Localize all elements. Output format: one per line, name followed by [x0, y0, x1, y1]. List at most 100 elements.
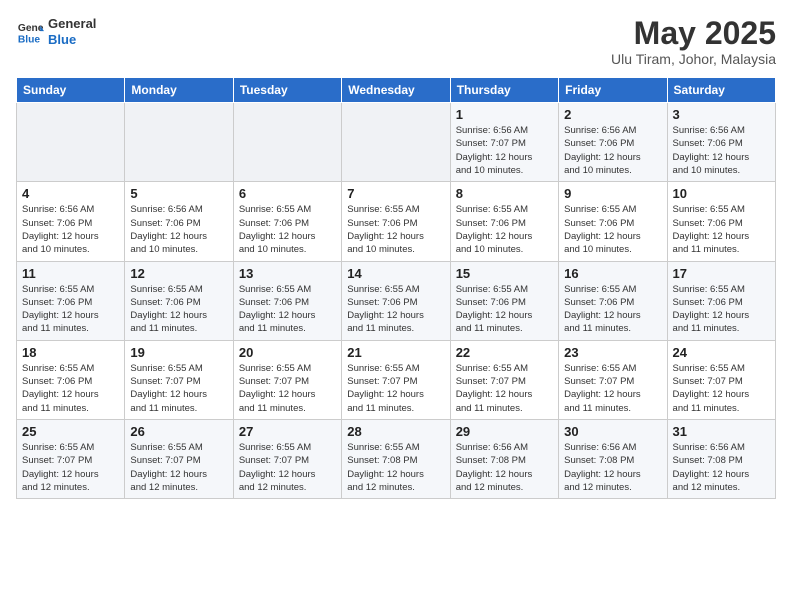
day-cell: 25Sunrise: 6:55 AM Sunset: 7:07 PM Dayli… [17, 419, 125, 498]
day-number: 5 [130, 186, 227, 201]
day-cell [17, 103, 125, 182]
day-info: Sunrise: 6:55 AM Sunset: 7:06 PM Dayligh… [456, 203, 553, 256]
day-cell: 28 Sunrise: 6:55 AM Sunset: 7:08 PM Dayli… [342, 419, 450, 498]
day-cell: 1Sunrise: 6:56 AM Sunset: 7:07 PM Daylig… [450, 103, 558, 182]
location: Ulu Tiram, Johor, Malaysia [611, 51, 776, 67]
day-cell [125, 103, 233, 182]
day-number: 28 [347, 424, 444, 439]
day-cell: 15Sunrise: 6:55 AM Sunset: 7:06 PM Dayli… [450, 261, 558, 340]
day-cell: 10 Sunrise: 6:55 AM Sunset: 7:06 PM Dayli… [667, 182, 775, 261]
day-number: 19 [130, 345, 227, 360]
calendar-header: SundayMondayTuesdayWednesdayThursdayFrid… [17, 78, 776, 103]
day-info: Sunrise: 6:55 AM Sunset: 7:07 PM Dayligh… [22, 441, 119, 494]
logo-blue: Blue [48, 32, 96, 48]
day-cell: 29Sunrise: 6:56 AM Sunset: 7:08 PM Dayli… [450, 419, 558, 498]
day-info: Sunrise: 6:55 AM Sunset: 7:06 PM Dayligh… [347, 203, 444, 256]
day-info: Sunrise: 6:55 AM Sunset: 7:07 PM Dayligh… [239, 362, 336, 415]
day-cell: 11 Sunrise: 6:55 AM Sunset: 7:06 PM Dayli… [17, 261, 125, 340]
day-info: Sunrise: 6:56 AM Sunset: 7:07 PM Dayligh… [456, 124, 553, 177]
day-cell: 13 Sunrise: 6:55 AM Sunset: 7:06 PM Dayli… [233, 261, 341, 340]
weekday-header-tuesday: Tuesday [233, 78, 341, 103]
day-number: 2 [564, 107, 661, 122]
day-info: Sunrise: 6:55 AM Sunset: 7:08 PM Dayligh… [347, 441, 444, 494]
day-number: 20 [239, 345, 336, 360]
calendar-body: 1Sunrise: 6:56 AM Sunset: 7:07 PM Daylig… [17, 103, 776, 499]
day-info: Sunrise: 6:55 AM Sunset: 7:07 PM Dayligh… [347, 362, 444, 415]
day-info: Sunrise: 6:56 AM Sunset: 7:06 PM Dayligh… [564, 124, 661, 177]
day-number: 16 [564, 266, 661, 281]
day-number: 22 [456, 345, 553, 360]
day-number: 4 [22, 186, 119, 201]
day-number: 21 [347, 345, 444, 360]
day-cell: 21 Sunrise: 6:55 AM Sunset: 7:07 PM Dayli… [342, 340, 450, 419]
weekday-header-thursday: Thursday [450, 78, 558, 103]
day-number: 17 [673, 266, 770, 281]
week-row-4: 18 Sunrise: 6:55 AM Sunset: 7:06 PM Dayli… [17, 340, 776, 419]
day-cell: 12Sunrise: 6:55 AM Sunset: 7:06 PM Dayli… [125, 261, 233, 340]
calendar-table: SundayMondayTuesdayWednesdayThursdayFrid… [16, 77, 776, 499]
weekday-header-sunday: Sunday [17, 78, 125, 103]
day-cell [233, 103, 341, 182]
day-cell: 30 Sunrise: 6:56 AM Sunset: 7:08 PM Dayli… [559, 419, 667, 498]
weekday-header-friday: Friday [559, 78, 667, 103]
day-info: Sunrise: 6:55 AM Sunset: 7:06 PM Dayligh… [239, 283, 336, 336]
day-info: Sunrise: 6:55 AM Sunset: 7:07 PM Dayligh… [456, 362, 553, 415]
day-info: Sunrise: 6:55 AM Sunset: 7:06 PM Dayligh… [22, 283, 119, 336]
page-header: General Blue General Blue May 2025 Ulu T… [16, 16, 776, 67]
day-info: Sunrise: 6:56 AM Sunset: 7:06 PM Dayligh… [130, 203, 227, 256]
day-info: Sunrise: 6:55 AM Sunset: 7:06 PM Dayligh… [22, 362, 119, 415]
day-cell: 14 Sunrise: 6:55 AM Sunset: 7:06 PM Dayli… [342, 261, 450, 340]
day-info: Sunrise: 6:55 AM Sunset: 7:07 PM Dayligh… [239, 441, 336, 494]
day-number: 24 [673, 345, 770, 360]
logo-icon: General Blue [16, 18, 44, 46]
day-info: Sunrise: 6:55 AM Sunset: 7:06 PM Dayligh… [456, 283, 553, 336]
day-cell: 4 Sunrise: 6:56 AM Sunset: 7:06 PM Daylig… [17, 182, 125, 261]
day-info: Sunrise: 6:55 AM Sunset: 7:07 PM Dayligh… [564, 362, 661, 415]
logo: General Blue General Blue [16, 16, 96, 47]
day-number: 23 [564, 345, 661, 360]
day-info: Sunrise: 6:55 AM Sunset: 7:06 PM Dayligh… [347, 283, 444, 336]
day-info: Sunrise: 6:56 AM Sunset: 7:08 PM Dayligh… [456, 441, 553, 494]
day-cell: 3Sunrise: 6:56 AM Sunset: 7:06 PM Daylig… [667, 103, 775, 182]
day-number: 18 [22, 345, 119, 360]
logo-general: General [48, 16, 96, 32]
day-cell: 27 Sunrise: 6:55 AM Sunset: 7:07 PM Dayli… [233, 419, 341, 498]
day-number: 26 [130, 424, 227, 439]
day-number: 14 [347, 266, 444, 281]
week-row-5: 25Sunrise: 6:55 AM Sunset: 7:07 PM Dayli… [17, 419, 776, 498]
week-row-1: 1Sunrise: 6:56 AM Sunset: 7:07 PM Daylig… [17, 103, 776, 182]
day-number: 3 [673, 107, 770, 122]
day-number: 8 [456, 186, 553, 201]
day-number: 7 [347, 186, 444, 201]
day-cell: 2 Sunrise: 6:56 AM Sunset: 7:06 PM Daylig… [559, 103, 667, 182]
day-info: Sunrise: 6:55 AM Sunset: 7:07 PM Dayligh… [673, 362, 770, 415]
day-info: Sunrise: 6:56 AM Sunset: 7:06 PM Dayligh… [22, 203, 119, 256]
day-info: Sunrise: 6:56 AM Sunset: 7:08 PM Dayligh… [564, 441, 661, 494]
title-block: May 2025 Ulu Tiram, Johor, Malaysia [611, 16, 776, 67]
day-cell: 5 Sunrise: 6:56 AM Sunset: 7:06 PM Daylig… [125, 182, 233, 261]
day-info: Sunrise: 6:55 AM Sunset: 7:06 PM Dayligh… [564, 203, 661, 256]
day-number: 31 [673, 424, 770, 439]
day-cell [342, 103, 450, 182]
day-cell: 6Sunrise: 6:55 AM Sunset: 7:06 PM Daylig… [233, 182, 341, 261]
day-cell: 18 Sunrise: 6:55 AM Sunset: 7:06 PM Dayli… [17, 340, 125, 419]
day-cell: 9 Sunrise: 6:55 AM Sunset: 7:06 PM Daylig… [559, 182, 667, 261]
day-number: 9 [564, 186, 661, 201]
day-number: 11 [22, 266, 119, 281]
day-number: 13 [239, 266, 336, 281]
day-info: Sunrise: 6:55 AM Sunset: 7:07 PM Dayligh… [130, 441, 227, 494]
day-number: 10 [673, 186, 770, 201]
day-info: Sunrise: 6:55 AM Sunset: 7:06 PM Dayligh… [673, 203, 770, 256]
day-info: Sunrise: 6:55 AM Sunset: 7:06 PM Dayligh… [564, 283, 661, 336]
day-cell: 19Sunrise: 6:55 AM Sunset: 7:07 PM Dayli… [125, 340, 233, 419]
day-info: Sunrise: 6:55 AM Sunset: 7:06 PM Dayligh… [130, 283, 227, 336]
day-number: 27 [239, 424, 336, 439]
month-year: May 2025 [611, 16, 776, 51]
day-cell: 24 Sunrise: 6:55 AM Sunset: 7:07 PM Dayli… [667, 340, 775, 419]
day-info: Sunrise: 6:55 AM Sunset: 7:06 PM Dayligh… [673, 283, 770, 336]
day-cell: 23 Sunrise: 6:55 AM Sunset: 7:07 PM Dayli… [559, 340, 667, 419]
day-cell: 16 Sunrise: 6:55 AM Sunset: 7:06 PM Dayli… [559, 261, 667, 340]
svg-text:General: General [18, 23, 44, 34]
day-number: 30 [564, 424, 661, 439]
day-cell: 8 Sunrise: 6:55 AM Sunset: 7:06 PM Daylig… [450, 182, 558, 261]
